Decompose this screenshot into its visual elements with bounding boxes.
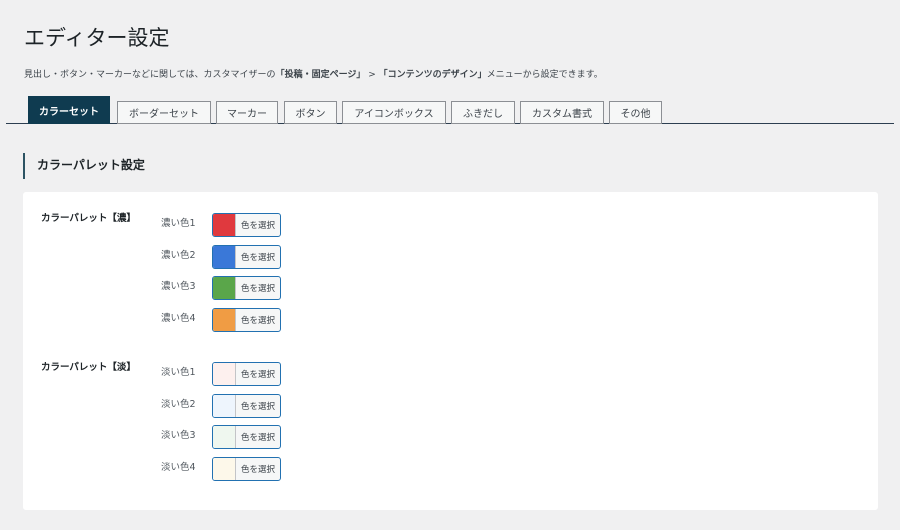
desc-text: 見出し・ボタン・マーカーなどに関しては、カスタマイザーの <box>24 70 276 80</box>
select-color-label: 色を選択 <box>240 284 275 294</box>
color-swatch <box>213 426 236 448</box>
color-label: 淡い色3 <box>161 430 196 441</box>
color-label: 濃い色4 <box>161 312 196 324</box>
color-label: 濃い色1 <box>161 218 196 229</box>
color-picker-button[interactable]: 色を選択 <box>212 276 281 300</box>
tab-color-set[interactable]: カラーセット <box>28 96 110 124</box>
select-color-label: 色を選択 <box>240 401 275 412</box>
settings-card: カラーパレット【濃】 濃い色1 色を選択 濃い色2 色を選択 濃い色3 色を選択 濃い色… <box>23 192 878 510</box>
tab-bar: カラーセット ボーダーセット マーカー ボタン アイコンボックス ふきだし カス… <box>6 96 894 124</box>
color-picker-button[interactable]: 色を選択 <box>212 425 281 449</box>
section-title: カラーパレット設定 <box>23 153 145 179</box>
color-picker-button[interactable]: 色を選択 <box>212 362 281 386</box>
color-swatch <box>213 308 236 331</box>
color-label: 淡い色1 <box>161 367 196 378</box>
desc-bold-1: 「投稿・固定ページ」 <box>275 70 366 80</box>
color-swatch <box>213 277 236 299</box>
select-color-label: 色を選択 <box>240 252 275 263</box>
tab-border-set[interactable]: ボーダーセット <box>117 101 211 124</box>
color-swatch <box>213 457 236 480</box>
tab-icon-box[interactable]: アイコンボックス <box>342 101 446 124</box>
color-label: 淡い色4 <box>161 461 196 473</box>
color-picker-button[interactable]: 色を選択 <box>212 213 281 237</box>
color-picker-button[interactable]: 色を選択 <box>212 307 281 332</box>
palette-group-label: カラーパレット【淡】 <box>41 362 136 373</box>
select-color-label: 色を選択 <box>240 370 275 380</box>
description: 見出し・ボタン・マーカーなどに関しては、カスタマイザーの「投稿・固定ページ」 >… <box>24 67 603 80</box>
color-label: 濃い色2 <box>161 249 196 261</box>
color-label: 濃い色3 <box>161 281 196 292</box>
tab-button[interactable]: ボタン <box>284 101 337 124</box>
desc-bold-2: 「コンテンツのデザイン」 <box>378 70 487 80</box>
tab-marker[interactable]: マーカー <box>216 101 278 124</box>
tab-balloon[interactable]: ふきだし <box>451 101 515 124</box>
color-picker-button[interactable]: 色を選択 <box>212 393 281 418</box>
color-swatch <box>213 245 236 268</box>
tab-other[interactable]: その他 <box>609 101 662 124</box>
palette-group-label: カラーパレット【濃】 <box>41 213 136 224</box>
color-picker-button[interactable]: 色を選択 <box>212 244 281 269</box>
select-color-label: 色を選択 <box>240 464 275 475</box>
color-swatch <box>213 394 236 417</box>
tab-custom-format[interactable]: カスタム書式 <box>520 101 604 124</box>
select-color-label: 色を選択 <box>240 433 275 443</box>
desc-sep: > <box>365 70 379 80</box>
desc-text-end: メニューから設定できます。 <box>486 70 603 80</box>
color-swatch <box>213 363 236 385</box>
select-color-label: 色を選択 <box>240 221 275 231</box>
select-color-label: 色を選択 <box>240 315 275 326</box>
color-swatch <box>213 214 236 236</box>
page-title: エディター設定 <box>24 26 170 50</box>
color-picker-button[interactable]: 色を選択 <box>212 456 281 481</box>
color-label: 淡い色2 <box>161 398 196 410</box>
